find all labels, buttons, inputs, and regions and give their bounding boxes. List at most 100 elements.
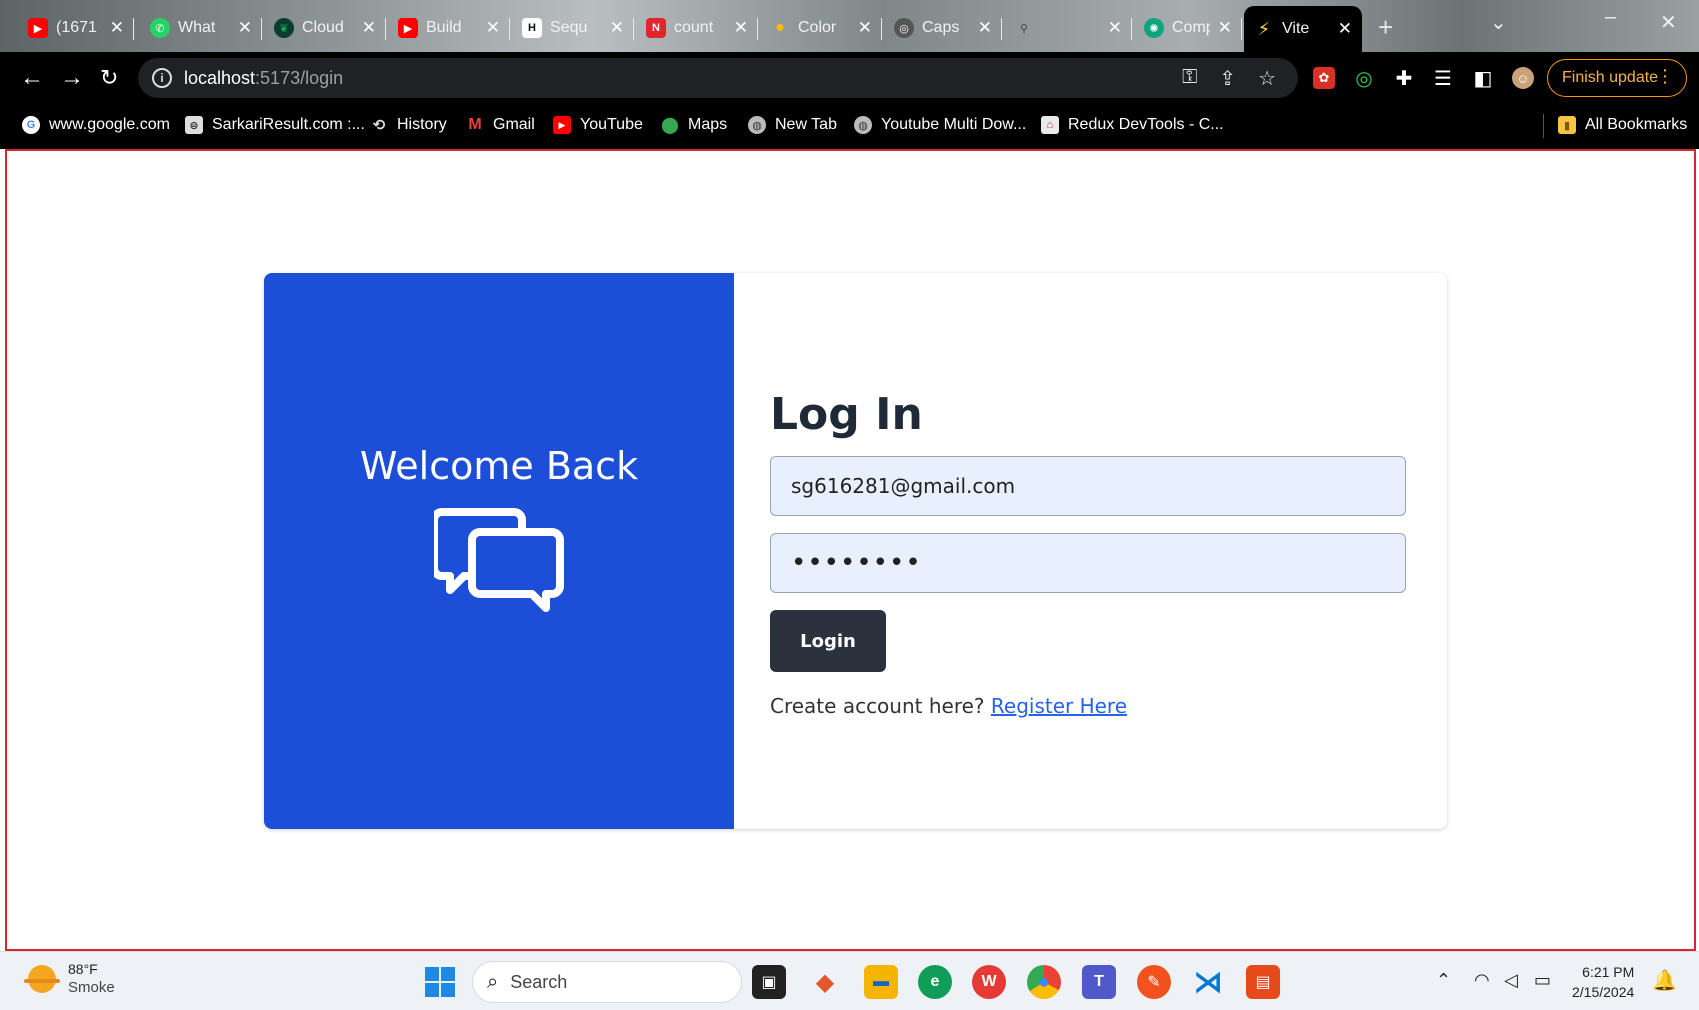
finish-update-button[interactable]: Finish update ⋮: [1547, 59, 1687, 97]
bookmark-youtube-multi[interactable]: ◍ Youtube Multi Dow...: [854, 116, 1026, 134]
bookmarks-bar: G www.google.com ⊜ SarkariResult.com :..…: [0, 104, 1699, 149]
mongodb-leaf-icon: ❦: [274, 18, 294, 38]
sarkari-icon: ⊜: [185, 116, 203, 134]
extensions-puzzle-icon[interactable]: ✚: [1393, 67, 1415, 90]
windows-start-icon[interactable]: [425, 967, 455, 997]
task-view-icon[interactable]: ▣: [752, 965, 786, 999]
back-arrow-icon[interactable]: ←: [20, 64, 44, 92]
address-path: :5173/login: [255, 67, 344, 88]
all-bookmarks[interactable]: ▮ All Bookmarks: [1558, 116, 1687, 134]
extension-target-icon[interactable]: ◎: [1353, 67, 1375, 90]
share-icon[interactable]: ⇪: [1219, 66, 1236, 91]
volume-icon[interactable]: ◁: [1504, 970, 1518, 991]
bookmark-gmail[interactable]: M Gmail: [466, 116, 534, 134]
tab-pinned[interactable]: ⚲ ✕: [1004, 8, 1132, 48]
pin-icon: ⚲: [1019, 22, 1029, 35]
address-host: localhost: [184, 67, 256, 88]
close-icon[interactable]: ✕: [110, 18, 124, 38]
chat-bubbles-icon: [434, 508, 564, 612]
close-icon[interactable]: ✕: [1218, 18, 1232, 38]
window-close-icon[interactable]: ✕: [1660, 10, 1677, 35]
system-clock[interactable]: 6:21 PM 2/15/2024: [1572, 962, 1634, 1002]
register-line: Create account here? Register Here: [770, 694, 1411, 718]
teams-icon[interactable]: T: [1082, 965, 1116, 999]
close-icon[interactable]: ✕: [362, 18, 376, 38]
tab-youtube-2[interactable]: ▶ Build ✕: [388, 8, 510, 48]
login-card: Welcome Back Log In sg616281@gmail.com •…: [264, 273, 1447, 829]
git-icon[interactable]: ◆: [808, 965, 842, 999]
maps-pin-icon: ⬤: [661, 117, 679, 134]
bookmark-youtube[interactable]: ▶ YouTube: [553, 116, 643, 134]
close-icon[interactable]: ✕: [978, 18, 992, 38]
close-icon[interactable]: ✕: [610, 18, 624, 38]
clock-time: 6:21 PM: [1582, 964, 1635, 980]
taskbar-search[interactable]: ⌕ Search: [472, 961, 742, 1003]
youtube-icon: ▶: [553, 116, 571, 134]
reading-list-icon[interactable]: ☰: [1432, 67, 1454, 90]
close-icon[interactable]: ✕: [1338, 19, 1352, 39]
file-explorer-icon[interactable]: ▬: [864, 965, 898, 999]
side-panel-icon[interactable]: ◧: [1472, 67, 1494, 90]
maps-pin-icon: ●: [775, 19, 785, 36]
minimize-icon[interactable]: –: [1605, 6, 1616, 29]
browser-toolbar: ← → ↻ i localhost:5173/login ⚿ ⇪ ☆ ✿ ◎ ✚…: [0, 52, 1699, 104]
tab-vite-active[interactable]: ⚡ Vite ✕: [1244, 6, 1362, 52]
tab-youtube-1[interactable]: ▶ (1671 ✕: [18, 8, 134, 48]
new-tab-button[interactable]: +: [1378, 12, 1393, 43]
weather-widget[interactable]: 88°F Smoke: [24, 960, 115, 998]
bookmark-new-tab[interactable]: ◍ New Tab: [748, 116, 837, 134]
chrome-icon[interactable]: ●: [1027, 965, 1061, 999]
bookmark-sarkariresult[interactable]: ⊜ SarkariResult.com :...: [185, 116, 365, 134]
vite-icon: ⚡: [1257, 18, 1271, 39]
search-icon: ⌕: [487, 970, 499, 993]
forward-arrow-icon[interactable]: →: [60, 64, 84, 92]
tab-sequ[interactable]: H Sequ ✕: [512, 8, 634, 48]
more-vertical-icon[interactable]: ⋮: [1656, 66, 1674, 87]
close-icon[interactable]: ✕: [238, 18, 252, 38]
close-icon[interactable]: ✕: [1108, 18, 1122, 38]
tab-color[interactable]: ● Color ✕: [760, 8, 882, 48]
wifi-icon[interactable]: ◠: [1474, 970, 1490, 991]
tray-chevron-up-icon[interactable]: ⌃: [1436, 970, 1451, 991]
wps-office-icon[interactable]: W: [972, 965, 1006, 999]
close-icon[interactable]: ✕: [858, 18, 872, 38]
edge-browser-icon[interactable]: e: [918, 965, 952, 999]
site-info-icon[interactable]: i: [152, 68, 172, 88]
bookmark-google[interactable]: G www.google.com: [22, 116, 170, 134]
app-red-icon[interactable]: ▤: [1246, 965, 1280, 999]
login-button[interactable]: Login: [770, 610, 886, 672]
reload-icon[interactable]: ↻: [100, 65, 118, 91]
tab-comp[interactable]: ✺ Comp ✕: [1134, 8, 1242, 48]
vscode-icon[interactable]: ⋊: [1191, 965, 1225, 999]
password-key-icon[interactable]: ⚿: [1182, 66, 1197, 91]
battery-icon[interactable]: ▭: [1534, 970, 1551, 991]
hashnode-icon: H: [522, 18, 542, 38]
tab-search-chevron-icon[interactable]: ⌄: [1490, 10, 1507, 35]
register-link[interactable]: Register Here: [991, 694, 1127, 718]
password-field[interactable]: ••••••••: [770, 533, 1406, 593]
store-icon: ⌂: [1041, 116, 1059, 134]
close-icon[interactable]: ✕: [486, 18, 500, 38]
bookmark-redux-devtools[interactable]: ⌂ Redux DevTools - C...: [1041, 116, 1224, 134]
profile-avatar-icon[interactable]: ☺: [1512, 67, 1534, 89]
extension-red-icon[interactable]: ✿: [1313, 67, 1335, 89]
bookmark-maps[interactable]: ⬤ Maps: [661, 116, 727, 134]
globe-icon: ◍: [854, 116, 872, 134]
bookmark-history[interactable]: ⟲ History: [370, 116, 447, 134]
google-icon: G: [22, 116, 40, 134]
bookmark-star-icon[interactable]: ☆: [1258, 66, 1276, 91]
page-viewport: Welcome Back Log In sg616281@gmail.com •…: [5, 149, 1696, 951]
clock-date: 2/15/2024: [1572, 984, 1635, 1000]
register-prompt: Create account here?: [770, 694, 985, 718]
email-field[interactable]: sg616281@gmail.com: [770, 456, 1406, 516]
tab-caps[interactable]: ◎ Caps ✕: [884, 8, 1002, 48]
tab-count[interactable]: N count ✕: [636, 8, 758, 48]
address-bar[interactable]: i localhost:5173/login ⚿ ⇪ ☆: [138, 58, 1298, 98]
tab-cloud[interactable]: ❦ Cloud ✕: [264, 8, 386, 48]
close-icon[interactable]: ✕: [734, 18, 748, 38]
page-title: Log In: [770, 389, 923, 440]
welcome-panel: Welcome Back: [264, 273, 734, 829]
postman-icon[interactable]: ✎: [1137, 965, 1171, 999]
tab-whatsapp[interactable]: ✆ What ✕: [140, 8, 262, 48]
notification-bell-icon[interactable]: 🔔: [1652, 968, 1677, 993]
